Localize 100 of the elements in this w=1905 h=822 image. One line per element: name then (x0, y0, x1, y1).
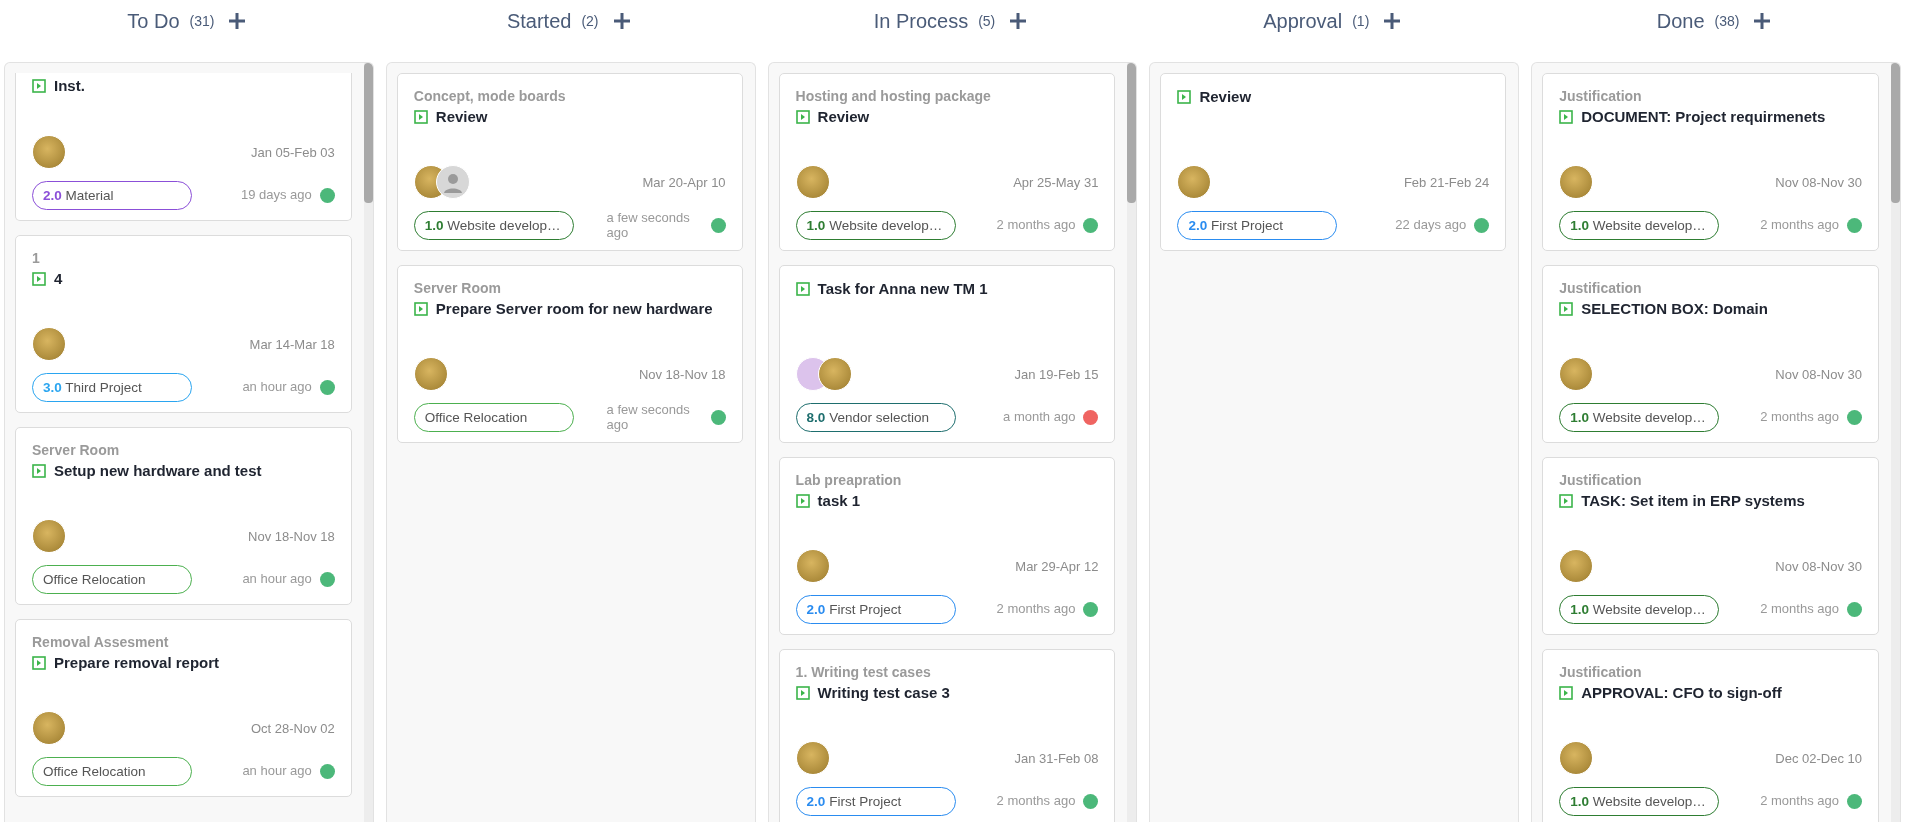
task-card[interactable]: Justification APPROVAL: CFO to sign-off Dec 02-Dec 10 1.0 Website develop… 2 months ago (1542, 649, 1879, 822)
date-range: Jan 31-Feb 08 (1014, 750, 1099, 766)
plus-icon (228, 12, 247, 30)
column-title: Approval (1263, 9, 1343, 33)
task-title: APPROVAL: CFO to sign-off (1581, 684, 1782, 701)
task-card[interactable]: Server Room Setup new hardware and test Nov 18-Nov 18 Office Relocation an hour ago (15, 427, 352, 605)
plus-icon (612, 12, 631, 30)
project-name: Justification (1559, 664, 1643, 680)
play-square-icon (32, 78, 46, 93)
task-title: Review (817, 108, 870, 125)
play-square-icon (32, 463, 46, 478)
photo-placeholder (413, 357, 448, 391)
column-title: In Process (873, 9, 969, 33)
project-name: Server Room (32, 442, 121, 458)
project-name: Lab preapration (795, 472, 903, 488)
updated-time: 19 days ago (240, 188, 312, 203)
play-square-icon (413, 301, 428, 316)
updated-time: a month ago (1003, 410, 1076, 425)
task-title: Task for Anna new TM 1 (817, 280, 988, 297)
date-range: Dec 02-Dec 10 (1775, 750, 1862, 766)
updated-time: 2 months ago (996, 602, 1076, 617)
task-card[interactable]: 1. Writing test cases Writing test case 3 Jan 31-Feb 08 2.0 First Project 2 months ago (778, 649, 1116, 822)
project-name: Justification (1559, 472, 1643, 488)
play-square-icon (1559, 301, 1574, 316)
photo-placeholder (817, 357, 852, 391)
date-range: Mar 20-Apr 10 (642, 174, 726, 190)
play-square-icon (413, 109, 428, 124)
photo-placeholder (32, 711, 66, 745)
project-name: 1. Writing test cases (795, 664, 932, 680)
date-range: Nov 08-Nov 30 (1775, 174, 1862, 190)
updated-time: an hour ago (242, 764, 312, 779)
photo-placeholder (795, 741, 830, 775)
photo-placeholder (1559, 549, 1594, 583)
task-card[interactable]: 1 4 Mar 14-Mar 18 3.0 Third Project an hour ago (15, 235, 352, 413)
card-count: (1) (1352, 13, 1370, 29)
updated-time: an hour ago (242, 380, 312, 395)
project-name: Removal Assesment (32, 634, 170, 650)
card-count: (5) (978, 13, 996, 29)
updated-time: 2 months ago (1760, 218, 1839, 233)
updated-time: 2 months ago (996, 794, 1076, 809)
photo-placeholder (1559, 741, 1594, 775)
updated-time: an hour ago (242, 572, 312, 587)
task-title: DOCUMENT: Project requirmenets (1581, 108, 1826, 125)
play-square-icon (1559, 493, 1574, 508)
task-card[interactable]: Review Feb 21-Feb 24 2.0 First Project 22 days ago (1160, 73, 1507, 251)
column-title: Done (1656, 9, 1705, 33)
task-title: Prepare Server room for new hardware (435, 300, 713, 317)
photo-placeholder (1559, 165, 1594, 199)
task-card[interactable]: Inst. Jan 05-Feb 03 2.0 Material 19 days ago (15, 73, 352, 221)
date-range: Mar 29-Apr 12 (1015, 558, 1099, 574)
date-range: Nov 18-Nov 18 (248, 528, 335, 544)
play-square-icon (1559, 109, 1574, 124)
updated-time: 2 months ago (1760, 410, 1839, 425)
date-range: Nov 18-Nov 18 (638, 366, 726, 382)
date-range: Feb 21-Feb 24 (1403, 174, 1490, 190)
task-title: Writing test case 3 (817, 684, 950, 701)
task-card[interactable]: Justification TASK: Set item in ERP systems Nov 08-Nov 30 1.0 Website develop… 2 months ago (1542, 457, 1879, 635)
task-title: Review (1199, 88, 1252, 105)
task-card[interactable]: Task for Anna new TM 1 Jan 19-Feb 15 8.0 Vendor selection a month ago (778, 265, 1116, 443)
photo-placeholder (32, 327, 66, 361)
scrollbar[interactable] (1127, 63, 1137, 822)
column-title: Started (506, 9, 572, 33)
task-title: Inst. (54, 77, 85, 94)
photo-placeholder (795, 549, 830, 583)
task-title: Prepare removal report (54, 654, 220, 671)
photo-placeholder (1559, 357, 1594, 391)
play-square-icon (795, 493, 810, 508)
task-title: 4 (54, 270, 63, 287)
task-card[interactable]: Server Room Prepare Server room for new hardware Nov 18-Nov 18 Office Relocation a few seconds ago (396, 265, 743, 443)
project-name: Justification (1559, 88, 1643, 104)
play-square-icon (795, 281, 810, 296)
plus-icon (1383, 12, 1402, 30)
task-title: task 1 (817, 492, 861, 509)
project-name: Justification (1559, 280, 1643, 296)
photo-placeholder (32, 519, 66, 553)
task-title: SELECTION BOX: Domain (1581, 300, 1768, 317)
task-card[interactable]: Justification DOCUMENT: Project requirmenets Nov 08-Nov 30 1.0 Website develop… 2 months ago (1542, 73, 1879, 251)
date-range: Jan 19-Feb 15 (1014, 366, 1099, 382)
project-name: 1 (32, 250, 41, 266)
scrollbar[interactable] (1891, 63, 1900, 822)
play-square-icon (32, 271, 46, 286)
play-square-icon (795, 685, 810, 700)
task-card[interactable]: Lab preapration task 1 Mar 29-Apr 12 2.0 First Project 2 months ago (778, 457, 1116, 635)
date-range: Oct 28-Nov 02 (250, 720, 335, 736)
task-card[interactable]: Justification SELECTION BOX: Domain Nov 08-Nov 30 1.0 Website develop… 2 months ago (1542, 265, 1879, 443)
project-name: Hosting and hosting package (795, 88, 992, 104)
scrollbar[interactable] (363, 63, 373, 822)
photo-placeholder (32, 135, 66, 169)
task-card[interactable]: Concept, mode boards Review Mar 20-Apr 10 1.0 Website develop… a few seconds ago (396, 73, 743, 251)
card-count: (31) (189, 13, 215, 29)
date-range: Mar 14-Mar 18 (249, 336, 335, 352)
task-card[interactable]: Removal Assesment Prepare removal report Oct 28-Nov 02 Office Relocation an hour ago (15, 619, 352, 797)
updated-time: 2 months ago (1760, 602, 1839, 617)
date-range: Nov 08-Nov 30 (1775, 366, 1862, 382)
play-square-icon (795, 109, 810, 124)
task-card[interactable]: Hosting and hosting package Review Apr 25-May 31 1.0 Website develop… 2 months ago (778, 73, 1116, 251)
column-title: To Do (127, 9, 180, 33)
project-name: Server Room (413, 280, 502, 296)
play-square-icon (32, 655, 46, 670)
updated-time: 22 days ago (1395, 218, 1467, 233)
